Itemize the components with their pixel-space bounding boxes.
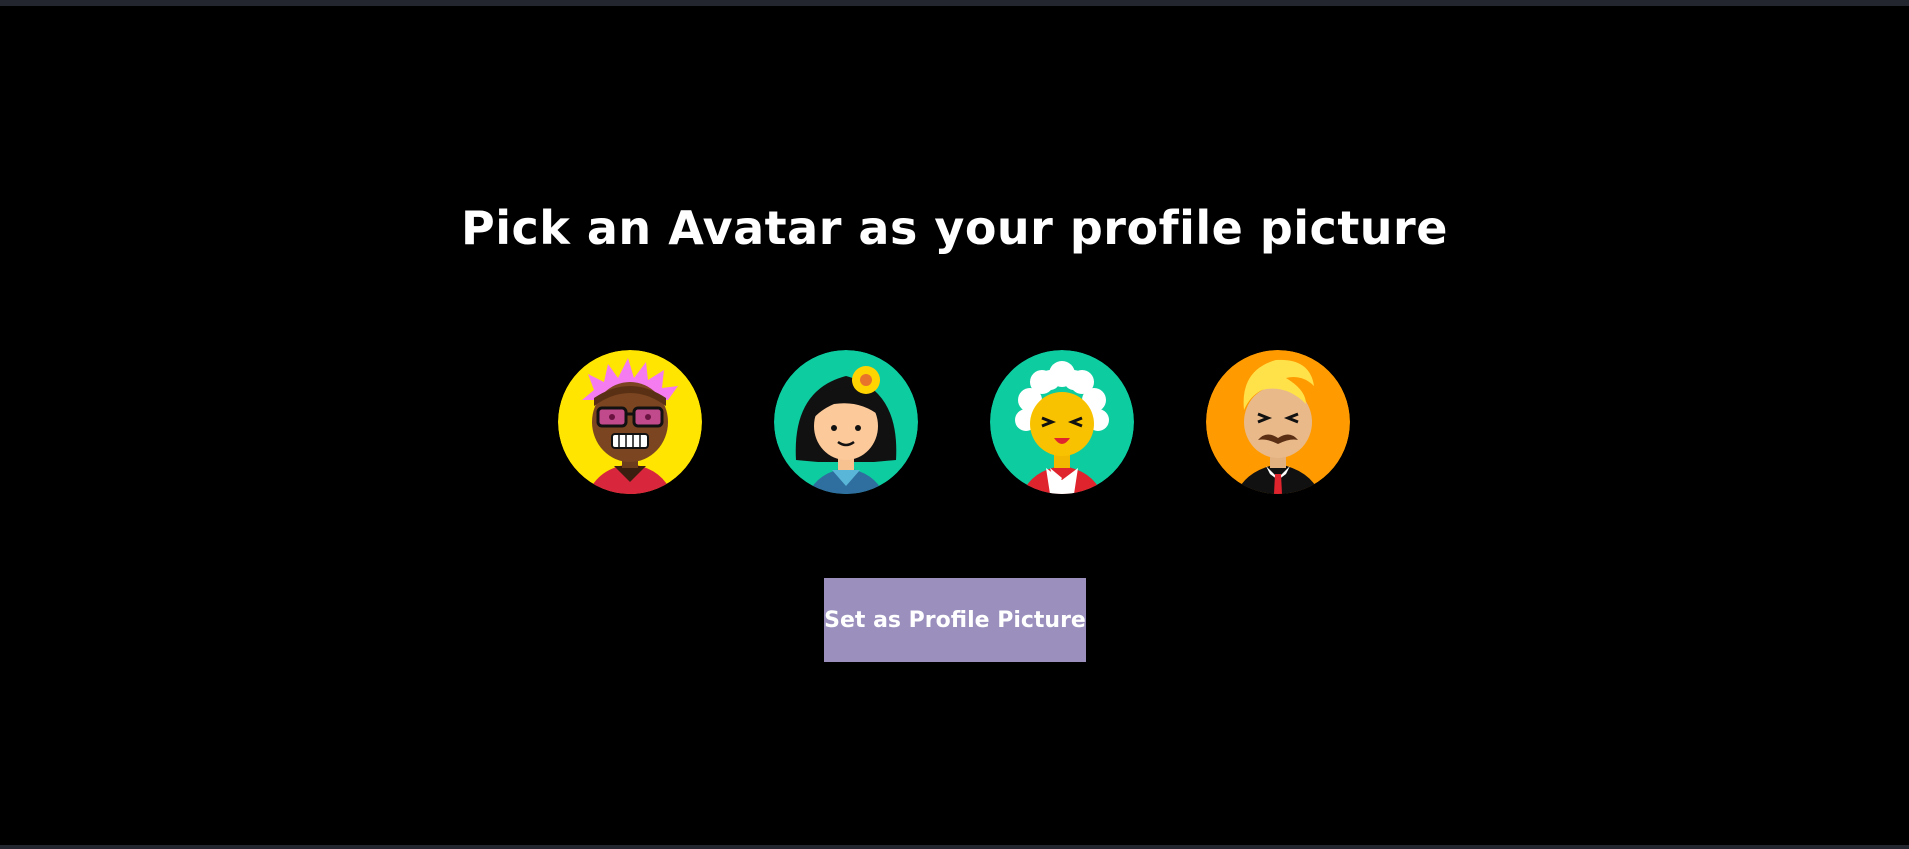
- avatar-blonde-mustache-icon: [1206, 350, 1350, 494]
- avatar-option-3[interactable]: [990, 350, 1134, 494]
- set-profile-picture-button[interactable]: Set as Profile Picture: [824, 578, 1086, 662]
- avatar-option-4[interactable]: [1206, 350, 1350, 494]
- avatar-woman-flower-icon: [774, 350, 918, 494]
- avatar-picker-page: Pick an Avatar as your profile picture S…: [0, 6, 1909, 845]
- avatar-pink-hair-glasses-icon: [558, 350, 702, 494]
- avatar-option-2[interactable]: [774, 350, 918, 494]
- avatar-option-1[interactable]: [558, 350, 702, 494]
- page-title: Pick an Avatar as your profile picture: [461, 201, 1448, 255]
- avatar-list: [0, 346, 1909, 496]
- browser-bottom-strip: [0, 845, 1909, 849]
- avatar-grandma-curly-hair-icon: [990, 350, 1134, 494]
